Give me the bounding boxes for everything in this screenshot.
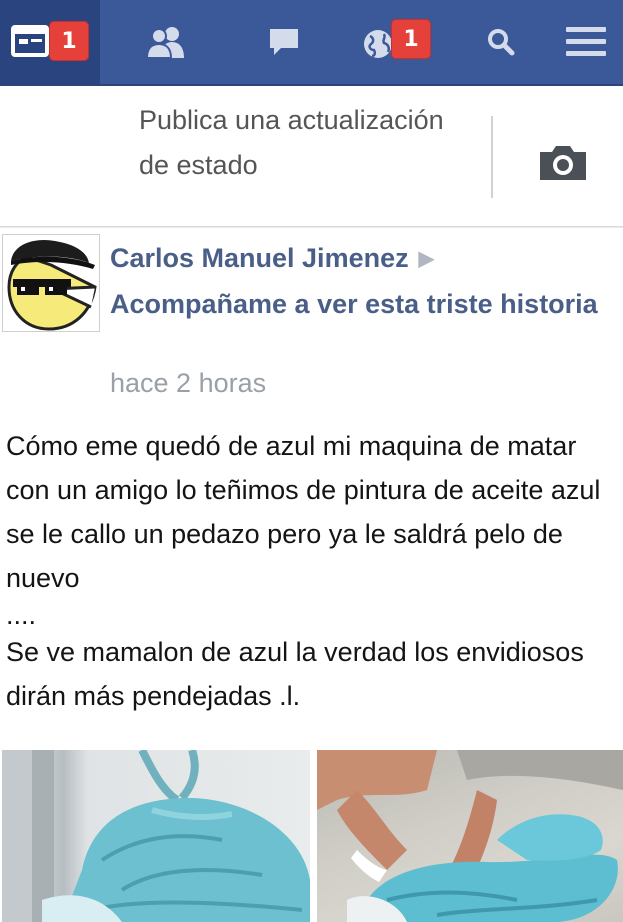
feed-notification-badge: 1 bbox=[50, 22, 88, 60]
post-photo-1[interactable] bbox=[2, 750, 310, 922]
avatar-cartoon-image bbox=[3, 235, 99, 331]
post-target-link[interactable]: Acompañame a ver esta triste historia bbox=[110, 289, 598, 319]
post-separator: .... bbox=[6, 600, 37, 630]
author-name-link[interactable]: Carlos Manuel Jimenez bbox=[110, 243, 409, 273]
menu-icon bbox=[565, 27, 606, 56]
post-body: Cómo eme quedó de azul mi maquina de mat… bbox=[6, 424, 618, 718]
photo-blue-dog-hands bbox=[317, 750, 623, 922]
play-arrow-icon: ▶ bbox=[418, 248, 434, 271]
nav-menu-button[interactable] bbox=[548, 0, 623, 84]
nav-notifications-button[interactable]: 1 bbox=[348, 0, 448, 84]
post-header: Carlos Manuel Jimenez ▶ Acompañame a ver … bbox=[110, 236, 610, 327]
top-nav-bar: 1 1 bbox=[0, 0, 623, 86]
photo-blue-dog-closeup bbox=[2, 750, 310, 922]
friends-icon bbox=[145, 27, 184, 59]
messages-icon bbox=[270, 29, 298, 55]
author-avatar[interactable] bbox=[2, 234, 100, 332]
post-timestamp[interactable]: hace 2 horas bbox=[110, 368, 266, 399]
globe-notification-badge: 1 bbox=[392, 20, 430, 58]
nav-messages-button[interactable] bbox=[236, 0, 332, 84]
status-input-placeholder[interactable]: Publica una actualización de estado bbox=[139, 98, 469, 188]
search-icon bbox=[488, 29, 515, 56]
post-photo-2[interactable] bbox=[317, 750, 623, 922]
post-paragraph-1: Cómo eme quedó de azul mi maquina de mat… bbox=[6, 431, 601, 593]
post-paragraph-2: Se ve mamalon de azul la verdad los envi… bbox=[6, 637, 584, 711]
composer-divider bbox=[491, 116, 493, 198]
nav-friends-button[interactable] bbox=[118, 0, 214, 84]
camera-button[interactable] bbox=[530, 138, 594, 188]
nav-search-button[interactable] bbox=[466, 0, 536, 84]
camera-icon bbox=[540, 146, 586, 180]
nav-news-feed-button[interactable]: 1 bbox=[0, 0, 100, 84]
